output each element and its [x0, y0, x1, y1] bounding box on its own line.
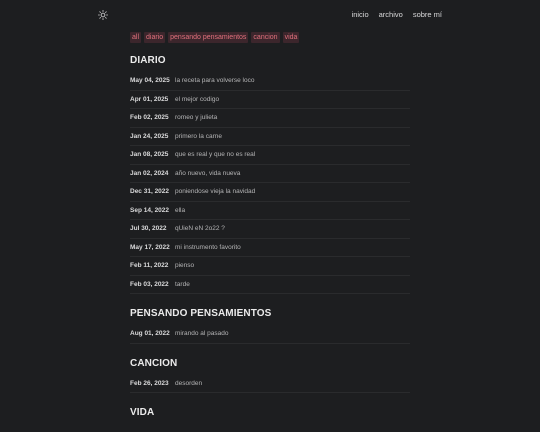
- post-date: Jan 24, 2025: [130, 132, 169, 140]
- post-title[interactable]: el mejor codigo: [175, 96, 219, 103]
- post-title[interactable]: ella: [175, 207, 185, 214]
- post-row[interactable]: May 04, 2025 la receta para volverse loco: [130, 72, 410, 91]
- section-vida: VIDA: [130, 407, 410, 418]
- site-header: inicio archivo sobre mí: [0, 0, 540, 28]
- post-title[interactable]: desorden: [175, 380, 202, 387]
- post-title[interactable]: que es real y que no es real: [175, 151, 255, 158]
- post-row[interactable]: Feb 03, 2022 tarde: [130, 276, 410, 294]
- section-pensando-pensamientos: PENSANDO PENSAMIENTOS Aug 01, 2022 mirando…: [130, 308, 410, 344]
- post-title[interactable]: año nuevo, vida nueva: [175, 170, 240, 177]
- post-row[interactable]: Dec 31, 2022 poniendose vieja la navidad: [130, 183, 410, 202]
- post-date: Dec 31, 2022: [130, 188, 170, 196]
- section-heading: DIARIO: [130, 55, 166, 66]
- post-date: Aug 01, 2022: [130, 330, 170, 338]
- post-date: Feb 11, 2022: [130, 262, 169, 270]
- theme-toggle-button[interactable]: [96, 8, 110, 22]
- tag-all[interactable]: all: [130, 32, 142, 43]
- post-date: Apr 01, 2025: [130, 95, 169, 103]
- main-nav: inicio archivo sobre mí: [352, 10, 442, 19]
- post-title[interactable]: mirando al pasado: [175, 330, 228, 337]
- post-title[interactable]: primero la carne: [175, 133, 222, 140]
- post-date: Feb 02, 2025: [130, 114, 169, 122]
- archive-content: all diario pensando pensamientos cancion…: [130, 32, 410, 432]
- post-date: May 04, 2025: [130, 77, 170, 85]
- post-row[interactable]: May 17, 2022 mi instrumento favorito: [130, 239, 410, 257]
- post-row[interactable]: Sep 14, 2022 ella: [130, 202, 410, 220]
- nav-link-inicio[interactable]: inicio: [352, 10, 369, 19]
- post-date: Jul 30, 2022: [130, 225, 167, 233]
- post-sections: DIARIO May 04, 2025 la receta para volvers…: [130, 55, 410, 418]
- tag-vida[interactable]: vida: [282, 32, 300, 43]
- post-title[interactable]: pienso: [175, 262, 194, 269]
- post-date: Feb 26, 2023: [130, 379, 169, 387]
- post-row[interactable]: Jan 02, 2024 año nuevo, vida nueva: [130, 165, 410, 183]
- post-row[interactable]: Jan 08, 2025 que es real y que no es real: [130, 146, 410, 165]
- section-cancion: CANCION Feb 26, 2023 desorden: [130, 357, 410, 393]
- tag-diario[interactable]: diario: [144, 32, 166, 43]
- tag-cancion[interactable]: cancion: [251, 32, 280, 43]
- post-row[interactable]: Apr 01, 2025 el mejor codigo: [130, 91, 410, 109]
- post-row[interactable]: Jan 24, 2025 primero la carne: [130, 128, 410, 146]
- post-date: May 17, 2022: [130, 243, 170, 251]
- post-date: Sep 14, 2022: [130, 206, 170, 214]
- section-heading: CANCION: [130, 357, 178, 369]
- post-row[interactable]: Jul 30, 2022 qUieN eN 2o22 ?: [130, 220, 410, 239]
- section-diario: DIARIO May 04, 2025 la receta para volvers…: [130, 55, 410, 294]
- post-title[interactable]: qUieN eN 2o22 ?: [175, 225, 225, 232]
- tag-pensando-pensamientos[interactable]: pensando pensamientos: [168, 32, 249, 43]
- post-date: Feb 03, 2022: [130, 280, 169, 288]
- section-heading: PENSANDO PENSAMIENTOS: [130, 308, 272, 319]
- post-title[interactable]: la receta para volverse loco: [175, 77, 255, 84]
- post-row[interactable]: Feb 02, 2025 romeo y julieta: [130, 109, 410, 128]
- post-date: Jan 02, 2024: [130, 169, 169, 177]
- post-title[interactable]: tarde: [175, 281, 190, 288]
- sun-icon: [98, 10, 108, 20]
- nav-link-sobre-mi[interactable]: sobre mí: [413, 10, 442, 19]
- post-row[interactable]: Feb 26, 2023 desorden: [130, 375, 410, 393]
- post-title[interactable]: poniendose vieja la navidad: [175, 188, 255, 195]
- post-row[interactable]: Feb 11, 2022 pienso: [130, 257, 410, 276]
- nav-link-archivo[interactable]: archivo: [379, 10, 403, 19]
- post-row[interactable]: Aug 01, 2022 mirando al pasado: [130, 325, 410, 344]
- tag-filter-list: all diario pensando pensamientos cancion…: [130, 32, 410, 43]
- post-title[interactable]: romeo y julieta: [175, 114, 217, 121]
- post-title[interactable]: mi instrumento favorito: [175, 244, 241, 251]
- section-heading: VIDA: [130, 407, 155, 418]
- post-date: Jan 08, 2025: [130, 151, 169, 159]
